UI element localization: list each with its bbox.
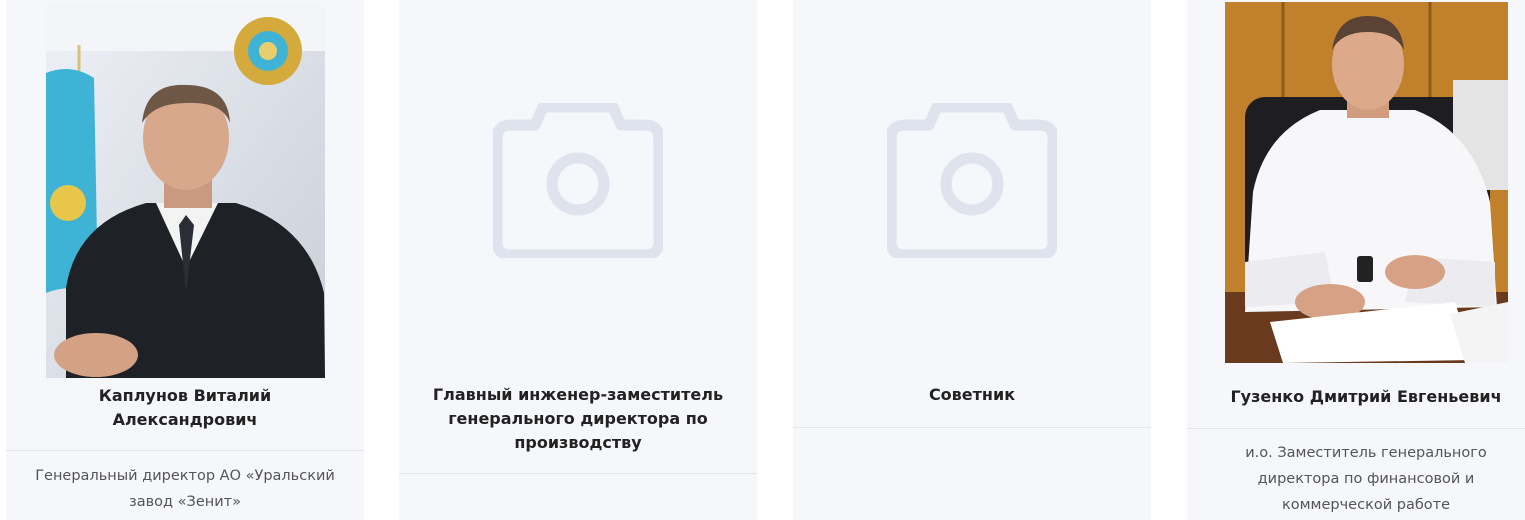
camera-icon — [887, 102, 1057, 258]
person-photo — [45, 3, 325, 378]
team-card[interactable]: Главный инженер-заместитель генерального… — [399, 0, 757, 520]
person-position: Генеральный директор АО «Уральский завод… — [35, 468, 335, 510]
camera-icon — [493, 102, 663, 258]
team-card[interactable]: Советник — [793, 0, 1151, 520]
team-card[interactable]: Каплунов Виталий Александрович Генеральн… — [6, 0, 364, 520]
person-name: Гузенко Дмитрий Евгеньевич — [1230, 387, 1502, 406]
photo-placeholder — [793, 3, 1151, 357]
photo-placeholder — [399, 3, 757, 357]
person-name: Главный инженер-заместитель генерального… — [432, 385, 724, 452]
person-position — [399, 474, 757, 486]
person-photo — [1224, 2, 1508, 363]
person-name: Советник — [928, 385, 1016, 404]
team-card[interactable]: Гузенко Дмитрий Евгеньевич и.о. Заместит… — [1187, 0, 1525, 520]
person-position: и.о. Заместитель генерального директора … — [1245, 445, 1487, 513]
person-position — [793, 428, 1151, 440]
person-name: Каплунов Виталий Александрович — [98, 386, 272, 429]
